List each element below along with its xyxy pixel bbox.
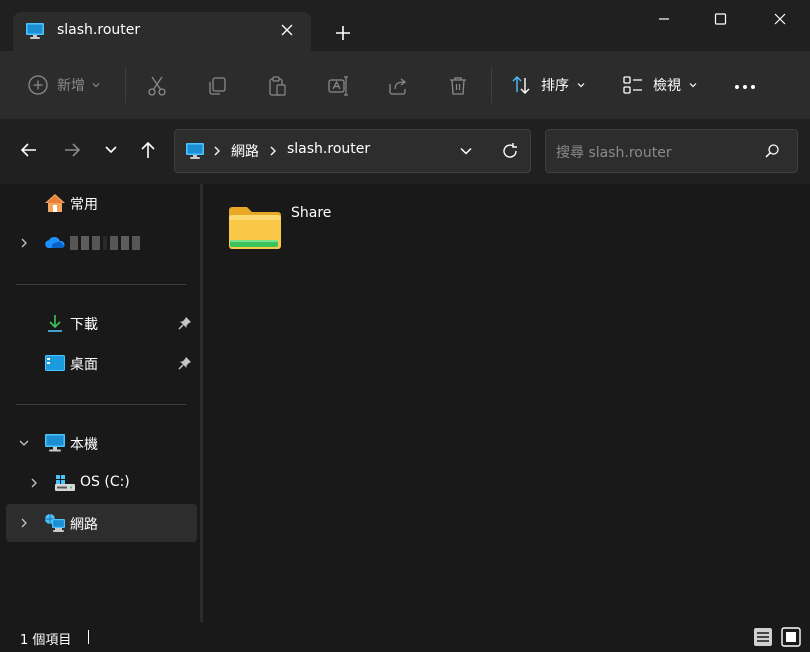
search-box[interactable]: 搜尋 slash.router bbox=[545, 129, 798, 173]
file-name: Share bbox=[291, 205, 332, 221]
sidebar-item-label: 下載 bbox=[70, 317, 98, 333]
desktop-icon bbox=[45, 355, 65, 371]
search-icon[interactable] bbox=[764, 143, 780, 159]
more-options-icon[interactable] bbox=[734, 84, 756, 90]
refresh-icon[interactable] bbox=[500, 141, 520, 161]
file-list: Share bbox=[203, 184, 810, 622]
up-arrow-icon[interactable] bbox=[137, 139, 159, 161]
command-bar: 新增 排序 檢視 bbox=[0, 51, 810, 119]
view-list-icon bbox=[623, 76, 642, 94]
folder-item-share[interactable]: Share bbox=[227, 200, 367, 256]
recent-locations-chevron-icon[interactable] bbox=[100, 139, 122, 161]
chevron-down-icon bbox=[92, 83, 100, 88]
new-button[interactable]: 新增 bbox=[27, 51, 101, 119]
view-label: 檢視 bbox=[653, 78, 681, 94]
search-placeholder: 搜尋 slash.router bbox=[556, 145, 672, 161]
close-tab-icon[interactable] bbox=[277, 20, 297, 40]
redacted-account-label bbox=[70, 236, 140, 250]
copy-icon[interactable] bbox=[206, 75, 228, 97]
large-icons-view-icon[interactable] bbox=[781, 627, 801, 647]
pin-icon[interactable] bbox=[178, 316, 192, 330]
share-icon[interactable] bbox=[387, 75, 409, 97]
sort-button[interactable]: 排序 bbox=[510, 51, 586, 119]
chevron-right-icon[interactable] bbox=[18, 236, 30, 250]
sidebar-item-label: 桌面 bbox=[70, 357, 98, 373]
sidebar-item-home[interactable]: 常用 bbox=[6, 184, 197, 222]
details-view-icon[interactable] bbox=[753, 627, 773, 647]
close-window-icon[interactable] bbox=[760, 6, 800, 32]
delete-icon[interactable] bbox=[447, 75, 469, 97]
status-divider bbox=[88, 630, 89, 644]
shared-folder-icon bbox=[229, 207, 281, 249]
sidebar-item-label: 網路 bbox=[70, 517, 98, 533]
navigation-pane: 常用 下載 桌面 本機 OS (C:) 網路 bbox=[0, 184, 200, 622]
sort-label: 排序 bbox=[541, 78, 569, 94]
sidebar-item-label: 常用 bbox=[70, 197, 98, 213]
chevron-right-icon[interactable] bbox=[18, 516, 30, 530]
chevron-right-icon[interactable] bbox=[212, 144, 222, 158]
monitor-icon bbox=[186, 143, 204, 159]
chevron-right-icon[interactable] bbox=[28, 476, 40, 490]
this-pc-icon bbox=[45, 434, 65, 452]
sidebar-item-onedrive[interactable] bbox=[6, 224, 197, 262]
chevron-right-icon[interactable] bbox=[268, 144, 278, 158]
sidebar-divider bbox=[16, 284, 186, 285]
paste-icon[interactable] bbox=[266, 75, 288, 97]
status-bar: 1 個項目 bbox=[0, 622, 810, 652]
sidebar-item-downloads[interactable]: 下載 bbox=[6, 304, 197, 342]
sidebar-item-label: OS (C:) bbox=[80, 474, 130, 490]
maximize-icon[interactable] bbox=[700, 6, 740, 32]
download-icon bbox=[48, 315, 62, 332]
pin-icon[interactable] bbox=[178, 356, 192, 370]
sidebar-item-desktop[interactable]: 桌面 bbox=[6, 344, 197, 382]
minimize-icon[interactable] bbox=[644, 6, 684, 32]
plus-circle-icon bbox=[28, 75, 48, 95]
toolbar-divider bbox=[491, 67, 492, 103]
sidebar-divider bbox=[16, 404, 186, 405]
breadcrumb-network[interactable]: 網路 bbox=[231, 141, 259, 161]
monitor-icon bbox=[26, 23, 44, 39]
drive-icon bbox=[55, 475, 75, 491]
tab-title: slash.router bbox=[57, 22, 141, 38]
sidebar-item-label: 本機 bbox=[70, 437, 98, 453]
sidebar-item-this-pc[interactable]: 本機 bbox=[6, 424, 197, 462]
chevron-down-icon bbox=[577, 83, 585, 88]
item-count: 1 個項目 bbox=[20, 633, 72, 648]
rename-icon[interactable] bbox=[327, 75, 349, 97]
network-icon bbox=[45, 514, 65, 532]
toolbar-divider bbox=[125, 67, 126, 103]
sidebar-item-os-drive[interactable]: OS (C:) bbox=[6, 464, 197, 502]
new-tab-plus-icon[interactable] bbox=[332, 22, 354, 44]
view-button[interactable]: 檢視 bbox=[622, 51, 698, 119]
tab-slash-router[interactable]: slash.router bbox=[13, 12, 311, 51]
address-history-chevron-icon[interactable] bbox=[458, 143, 474, 159]
chevron-down-icon bbox=[689, 83, 697, 88]
address-row: 網路 slash.router 搜尋 slash.router bbox=[0, 119, 810, 184]
sidebar-item-network[interactable]: 網路 bbox=[6, 504, 197, 542]
sort-arrows-icon bbox=[512, 76, 530, 94]
back-arrow-icon[interactable] bbox=[18, 139, 40, 161]
cut-icon[interactable] bbox=[146, 75, 168, 97]
breadcrumb-slash-router[interactable]: slash.router bbox=[287, 141, 370, 157]
chevron-down-icon[interactable] bbox=[18, 436, 30, 450]
title-bar: slash.router bbox=[0, 0, 810, 51]
forward-arrow-icon[interactable] bbox=[61, 139, 83, 161]
new-button-label: 新增 bbox=[57, 78, 85, 94]
onedrive-cloud-icon bbox=[45, 237, 65, 248]
home-icon bbox=[45, 194, 65, 212]
address-bar[interactable]: 網路 slash.router bbox=[174, 129, 531, 173]
